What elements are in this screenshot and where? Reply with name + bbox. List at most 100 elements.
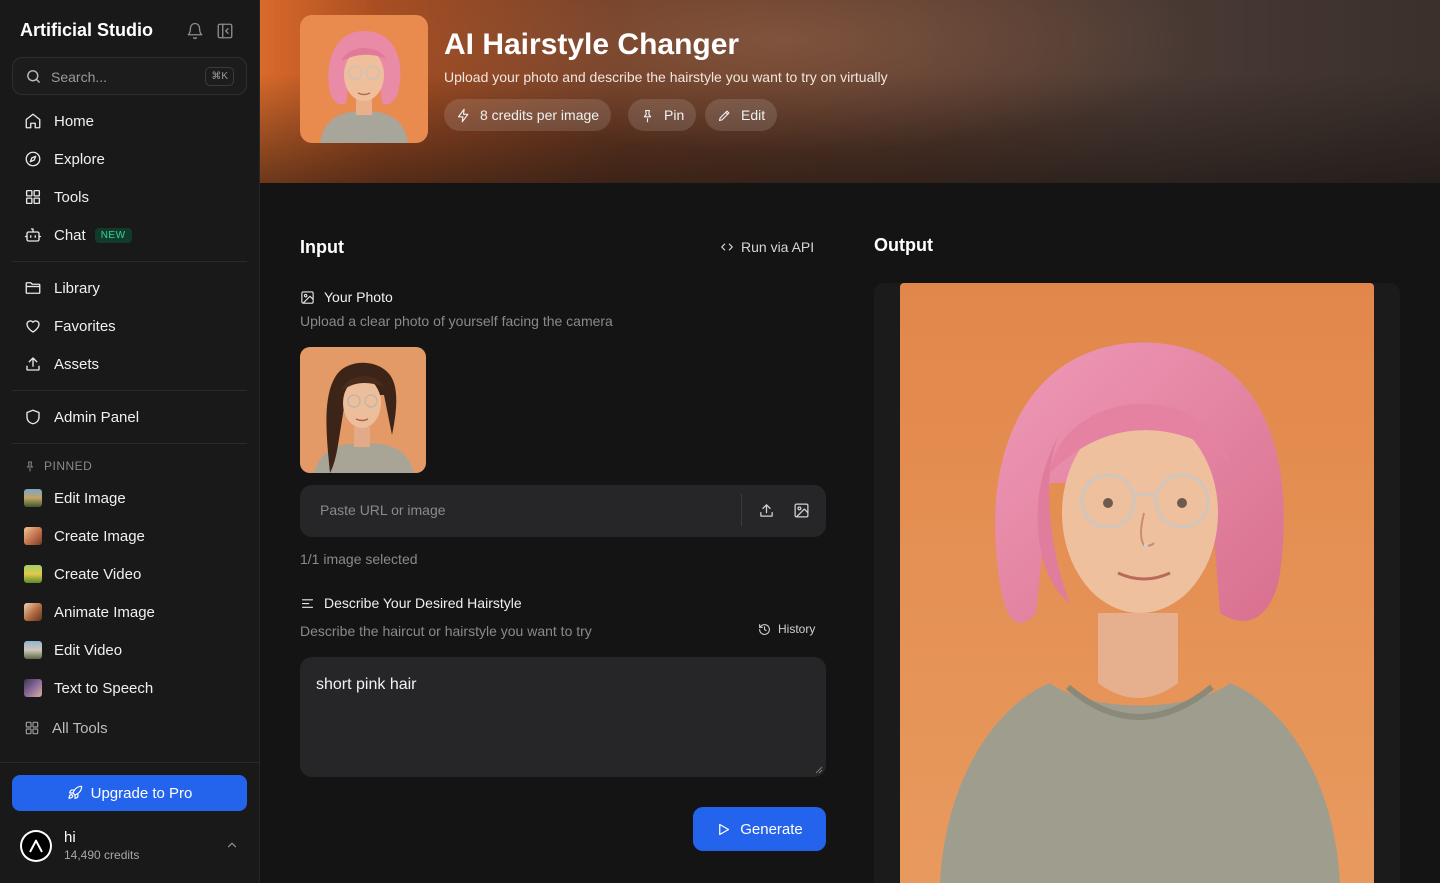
sidebar-divider [12,443,247,444]
user-menu[interactable]: hi 14,490 credits [20,829,247,865]
run-via-api-link[interactable]: Run via API [720,239,814,255]
search-placeholder: Search... [51,69,108,85]
home-icon [24,112,42,130]
sidebar-divider [0,762,259,763]
page-title: AI Hairstyle Changer [444,28,740,61]
upgrade-to-pro-button[interactable]: Upgrade to Pro [12,775,247,811]
nav-all-tools[interactable]: All Tools [12,711,247,745]
nav-home[interactable]: Home [12,104,247,138]
hairstyle-value: short pink hair [316,676,417,693]
nav-label: Library [54,279,100,297]
photo-field-label: Your Photo [300,289,393,305]
new-badge: NEW [94,227,132,243]
hairstyle-textarea[interactable]: short pink hair [300,657,826,777]
generate-button[interactable]: Generate [693,807,826,851]
tool-thumbnail [24,641,42,659]
text-align-icon [301,598,314,608]
nav-label: Explore [54,150,105,168]
output-section-title: Output [874,235,933,255]
user-name: hi [64,829,76,846]
grid-icon [24,720,40,736]
pinned-animate-image[interactable]: Animate Image [12,595,247,629]
nav-admin-panel[interactable]: Admin Panel [12,400,247,434]
nav-tools[interactable]: Tools [12,180,247,214]
folder-icon [24,279,42,297]
tool-thumbnail [24,489,42,507]
pinned-header: PINNED [24,459,92,473]
pinned-edit-image[interactable]: Edit Image [12,481,247,515]
tool-thumbnail [24,679,42,697]
images-selected-count: 1/1 image selected [300,551,418,567]
nav-library[interactable]: Library [12,271,247,305]
history-button[interactable]: History [758,622,815,636]
pinned-text-to-speech[interactable]: Text to Speech [12,671,247,705]
nav-label: Text to Speech [54,679,154,697]
collapse-sidebar-icon[interactable] [216,22,234,40]
pinned-edit-video[interactable]: Edit Video [12,633,247,667]
input-divider [741,494,742,526]
history-icon [759,623,770,635]
sidebar: Artificial Studio Search... ⌘K Home Expl… [0,0,260,883]
photo-label-text: Your Photo [324,289,393,305]
pinned-create-image[interactable]: Create Image [12,519,247,553]
credits-label: 8 credits per image [480,107,600,123]
pin-label: Pin [664,107,685,123]
nav-label: Chat [54,226,86,244]
lightning-icon [457,108,469,122]
edit-button[interactable]: Edit [705,99,778,131]
bot-icon [24,226,42,244]
image-icon [301,290,314,304]
tool-thumbnail [24,527,42,545]
url-placeholder: Paste URL or image [320,502,446,518]
pinned-create-video[interactable]: Create Video [12,557,247,591]
avatar [20,830,52,862]
hairstyle-label-text: Describe Your Desired Hairstyle [324,595,522,611]
search-box[interactable]: Search... ⌘K [12,57,247,95]
nav-label: Edit Image [54,489,126,507]
upload-icon[interactable] [758,502,775,519]
credits-chip[interactable]: 8 credits per image [444,99,612,131]
play-icon [719,823,730,835]
output-image[interactable] [900,283,1374,883]
gallery-icon[interactable] [793,502,810,519]
nav-explore[interactable]: Explore [12,142,247,176]
chevron-up-icon [225,838,239,852]
bell-icon[interactable] [186,22,204,40]
pencil-icon [718,110,730,121]
hairstyle-help-text: Describe the haircut or hairstyle you wa… [300,623,592,639]
nav-label: Create Image [54,527,145,545]
tool-thumbnail [24,603,42,621]
api-link-label: Run via API [741,239,815,255]
generate-label: Generate [740,820,803,838]
heart-icon [24,317,42,335]
logo-icon [29,839,43,853]
sidebar-divider [12,261,247,262]
nav-chat[interactable]: Chat NEW [12,218,247,252]
pin-icon [643,109,652,122]
resize-handle-icon[interactable] [815,766,823,774]
compass-icon [24,150,42,168]
search-icon [25,68,42,85]
search-shortcut: ⌘K [205,67,234,86]
nav-favorites[interactable]: Favorites [12,309,247,343]
code-icon [721,243,733,251]
nav-label: All Tools [52,719,108,737]
pin-button[interactable]: Pin [628,99,697,131]
user-credits: 14,490 credits [64,848,140,862]
brand-name: Artificial Studio [20,20,154,40]
nav-assets[interactable]: Assets [12,347,247,381]
tool-header-banner: AI Hairstyle Changer Upload your photo a… [260,0,1440,183]
pinned-label: PINNED [44,459,93,473]
hairstyle-field-label: Describe Your Desired Hairstyle [300,595,522,611]
nav-label: Animate Image [54,603,155,621]
nav-label: Assets [54,355,100,373]
page-subtitle: Upload your photo and describe the hairs… [444,69,888,85]
uploaded-photo-thumbnail[interactable] [300,347,426,473]
tool-cover-image [300,15,428,143]
photo-help-text: Upload a clear photo of yourself facing … [300,313,613,329]
nav-label: Create Video [54,565,142,583]
nav-label: Favorites [54,317,116,335]
nav-label: Home [54,112,95,130]
image-url-input[interactable]: Paste URL or image [300,485,826,537]
nav-label: Tools [54,188,90,206]
